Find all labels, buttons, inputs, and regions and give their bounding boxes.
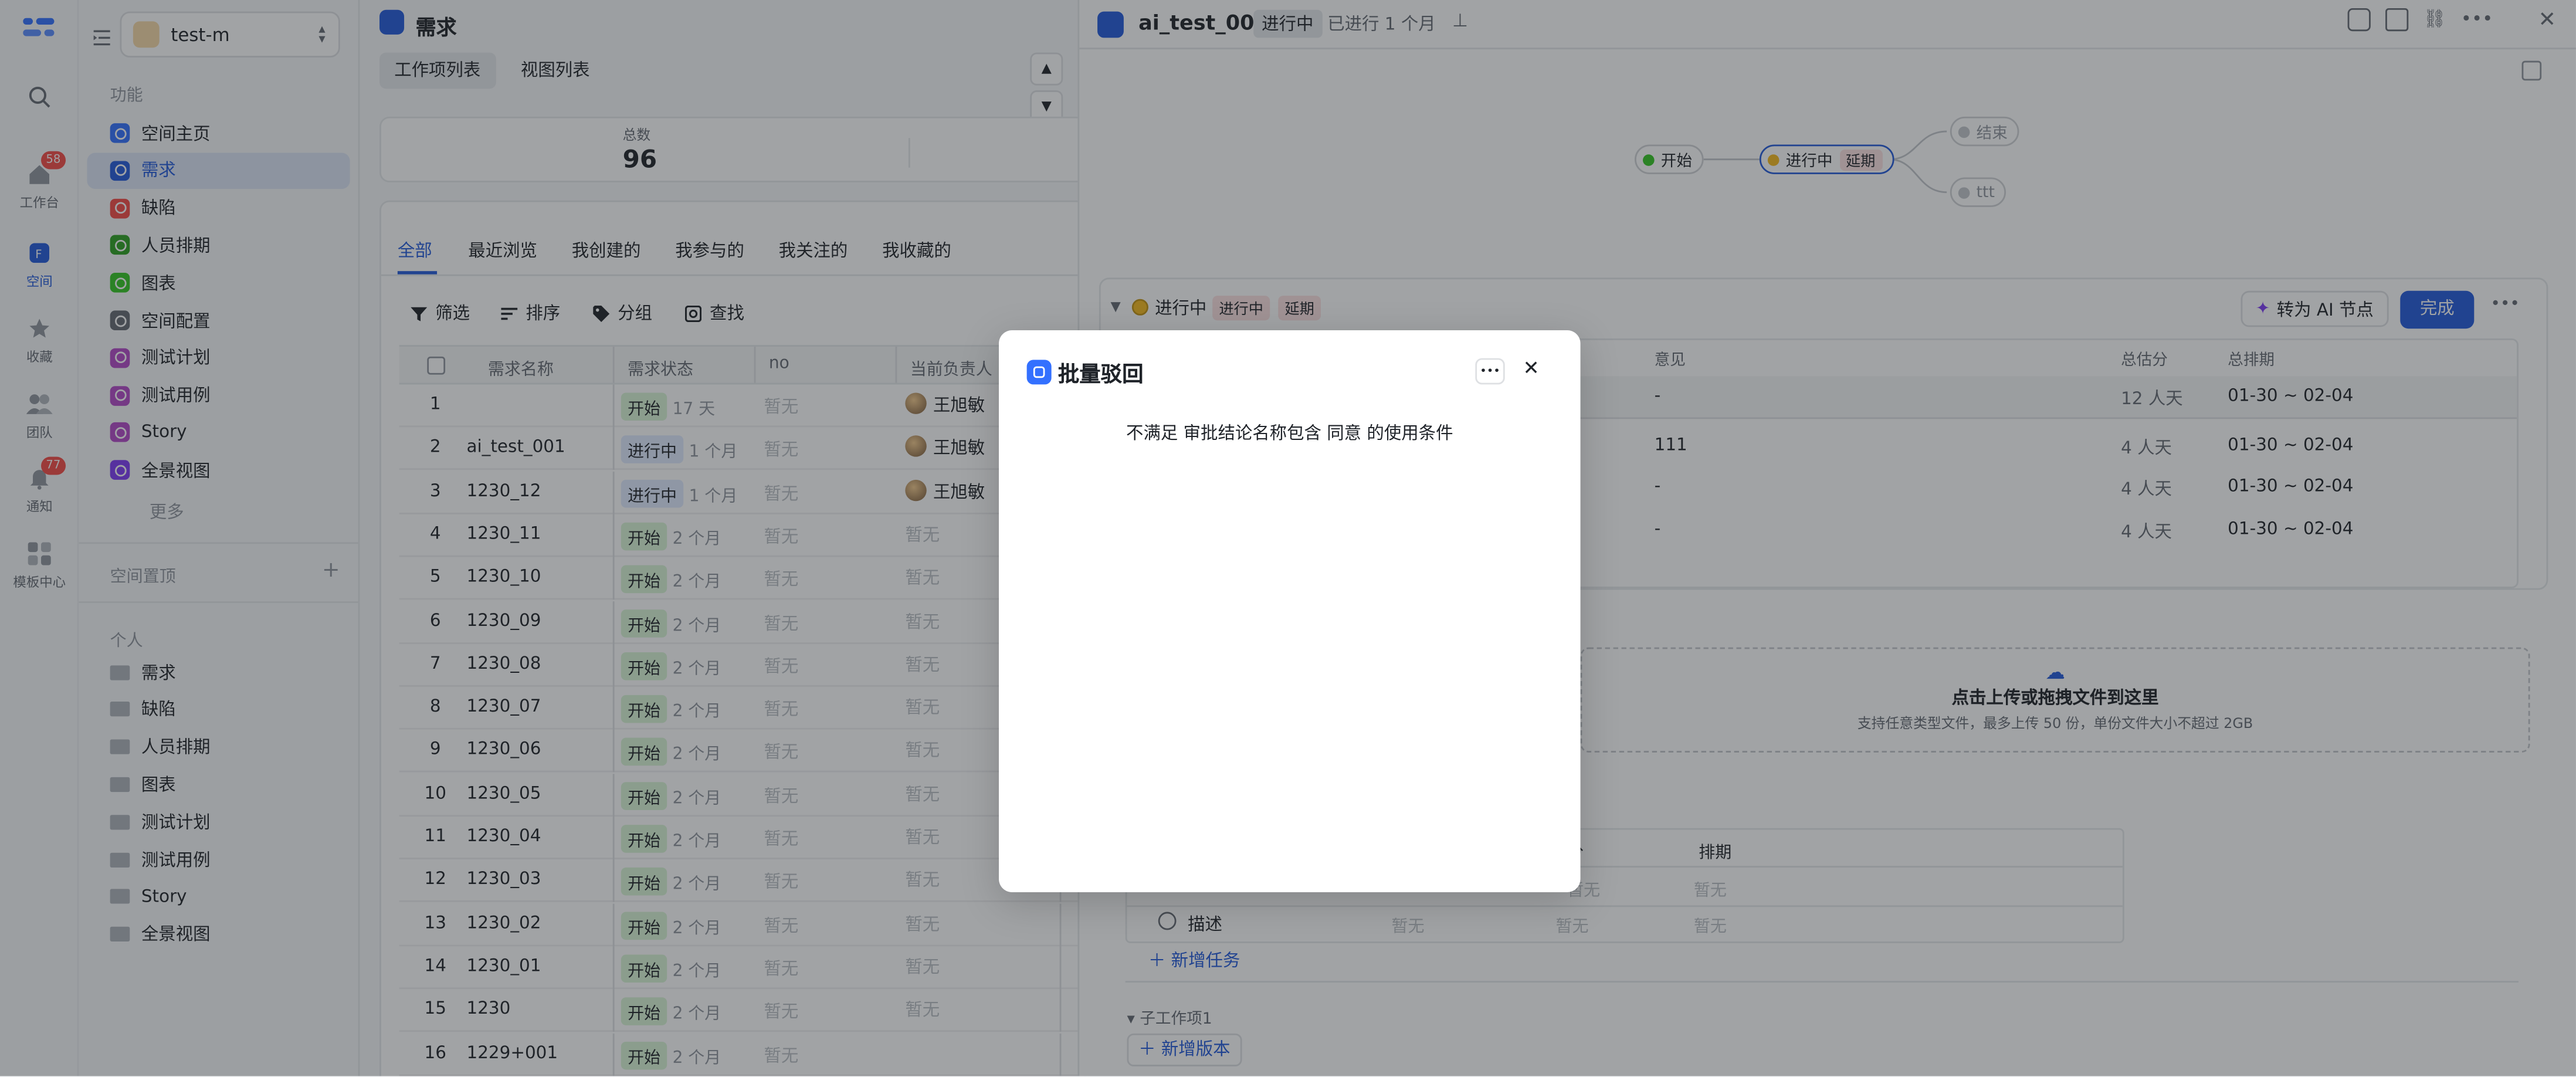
- batch-reject-dialog: 批量驳回 ••• ✕ 不满足 审批结论名称包含 同意 的使用条件: [999, 330, 1581, 892]
- close-icon[interactable]: ✕: [1523, 357, 1540, 380]
- dialog-message: 不满足 审批结论名称包含 同意 的使用条件: [1126, 424, 1453, 444]
- dialog-icon: [1026, 360, 1052, 385]
- more-icon[interactable]: •••: [1475, 358, 1505, 385]
- dialog-title: 批量驳回: [1057, 363, 1144, 388]
